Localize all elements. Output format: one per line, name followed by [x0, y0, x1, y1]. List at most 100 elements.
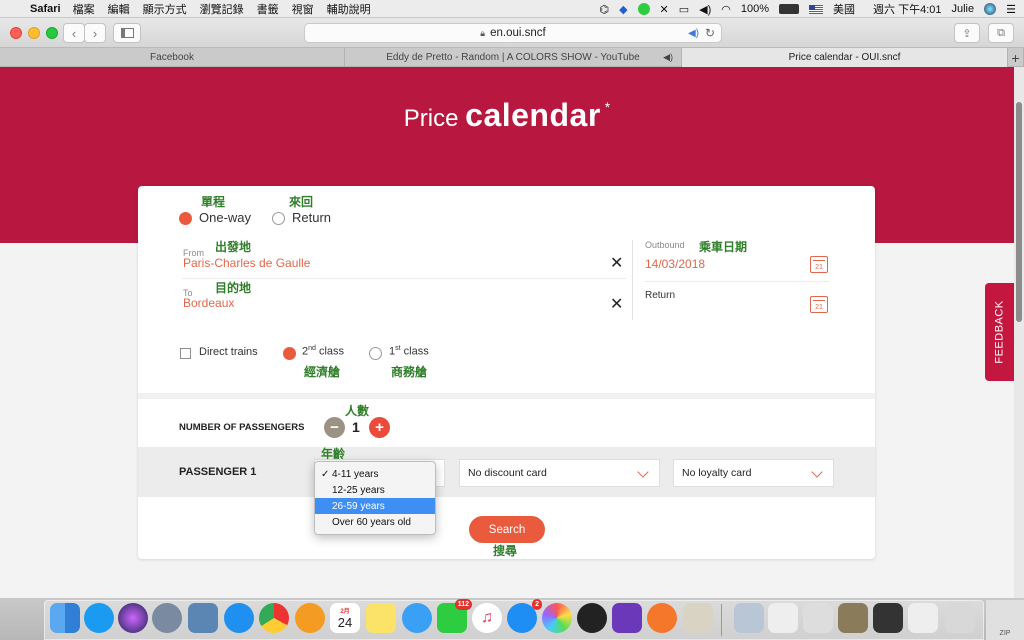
- screen-recorder-icon[interactable]: [577, 603, 607, 633]
- itunes-icon[interactable]: ♫: [472, 603, 502, 633]
- line-icon[interactable]: 112: [437, 599, 472, 633]
- siri-icon[interactable]: [984, 3, 997, 15]
- outbound-date-field[interactable]: Outbound 乘車日期 14/03/2018 21: [644, 238, 830, 282]
- tab-price-calendar[interactable]: Price calendar - OUI.sncf: [682, 48, 1008, 67]
- imovie-icon[interactable]: [612, 603, 642, 633]
- direct-trains-label[interactable]: Direct trains: [199, 346, 258, 358]
- direct-trains-checkbox[interactable]: [180, 348, 191, 359]
- page-scrollbar-thumb[interactable]: [1016, 102, 1022, 322]
- age-option-12-25[interactable]: 12-25 years: [315, 482, 435, 498]
- textedit-icon[interactable]: [683, 603, 713, 633]
- chrome-icon[interactable]: [259, 603, 289, 633]
- tab-label: Eddy de Pretto - Random | A COLORS SHOW …: [386, 52, 640, 63]
- wacom-icon[interactable]: ✕: [660, 3, 669, 16]
- age-option-26-59[interactable]: 26-59 years: [315, 498, 435, 514]
- menu-app-name[interactable]: Safari: [30, 3, 61, 15]
- decrease-passengers-button[interactable]: −: [324, 417, 345, 438]
- feedback-label: FEEDBACK: [993, 300, 1006, 364]
- address-bar[interactable]: 🔒︎ en.oui.sncf ◀) ↻: [304, 23, 722, 43]
- back-button[interactable]: ‹: [63, 23, 85, 43]
- audio-playing-icon[interactable]: ◀): [688, 28, 699, 39]
- forward-button[interactable]: ›: [84, 23, 106, 43]
- window-thumbnail-1[interactable]: [768, 603, 798, 633]
- menu-file[interactable]: 檔案: [73, 1, 95, 17]
- calendar-icon[interactable]: 2月 24: [330, 603, 360, 633]
- search-button[interactable]: Search: [469, 516, 545, 543]
- window-thumbnail-5[interactable]: [908, 603, 938, 633]
- to-field[interactable]: To 目的地 Bordeaux ✕: [182, 281, 626, 317]
- clear-from-icon[interactable]: ✕: [610, 253, 623, 273]
- line-status-icon[interactable]: [637, 3, 650, 15]
- siri-dock-icon[interactable]: [118, 603, 148, 633]
- menu-window[interactable]: 視窗: [292, 1, 314, 17]
- from-field[interactable]: From 出發地 Paris-Charles de Gaulle ✕: [182, 238, 626, 279]
- return-label[interactable]: Return: [292, 210, 331, 225]
- checkmark-icon: ✓: [321, 468, 330, 480]
- return-annotation: 來回: [289, 195, 314, 209]
- finder-icon[interactable]: [50, 603, 80, 633]
- messages-icon[interactable]: [402, 603, 432, 633]
- return-date-field[interactable]: Return 21: [644, 286, 830, 320]
- safari-icon[interactable]: [224, 603, 254, 633]
- user-name[interactable]: Julie: [952, 3, 975, 15]
- tab-youtube[interactable]: Eddy de Pretto - Random | A COLORS SHOW …: [345, 48, 682, 67]
- zip-file-icon[interactable]: ZIP: [986, 600, 1024, 640]
- passenger-1-label: PASSENGER 1: [179, 466, 257, 478]
- sidebar-button[interactable]: [113, 23, 141, 43]
- clear-to-icon[interactable]: ✕: [610, 294, 623, 314]
- age-option-over-60[interactable]: Over 60 years old: [315, 514, 435, 530]
- clock[interactable]: 週六 下午4:01: [873, 1, 941, 17]
- tab-audio-icon[interactable]: ◀): [663, 52, 673, 63]
- increase-passengers-button[interactable]: +: [369, 417, 390, 438]
- app-store-icon[interactable]: 2: [507, 599, 542, 633]
- battery-icon[interactable]: [779, 4, 800, 14]
- show-tabs-button[interactable]: ⧉: [988, 23, 1014, 43]
- second-class-radio[interactable]: [283, 347, 296, 360]
- loyalty-card-select[interactable]: No loyalty card: [673, 459, 834, 487]
- minimize-window-button[interactable]: [28, 27, 40, 39]
- menu-view[interactable]: 顯示方式: [143, 1, 187, 17]
- menu-history[interactable]: 瀏覽記錄: [200, 1, 244, 17]
- outbound-calendar-icon[interactable]: 21: [810, 256, 828, 273]
- vpn-icon[interactable]: [647, 603, 677, 633]
- menu-edit[interactable]: 編輯: [108, 1, 130, 17]
- airplay-icon[interactable]: ▭: [679, 3, 689, 16]
- first-class-radio[interactable]: [369, 347, 382, 360]
- window-thumbnail-4[interactable]: [873, 603, 903, 633]
- input-source-label[interactable]: 美國: [833, 1, 855, 17]
- preview-icon[interactable]: [188, 603, 218, 633]
- window-thumbnail-3[interactable]: [838, 603, 868, 633]
- dropbox-icon[interactable]: ◆: [619, 3, 627, 16]
- downloads-folder-icon[interactable]: [734, 603, 764, 633]
- basketball-app-icon[interactable]: [295, 603, 325, 633]
- reload-icon[interactable]: ↻: [705, 26, 715, 40]
- volume-icon[interactable]: ◀): [699, 3, 711, 16]
- airdrop-status-icon[interactable]: ⌬: [599, 3, 609, 16]
- menu-bookmarks[interactable]: 書籤: [257, 1, 279, 17]
- new-tab-button[interactable]: +: [1008, 48, 1024, 67]
- tab-facebook[interactable]: Facebook: [0, 48, 345, 67]
- return-calendar-icon[interactable]: 21: [810, 296, 828, 313]
- first-class-label[interactable]: 1st class: [389, 345, 429, 358]
- notification-center-icon[interactable]: ☰: [1006, 3, 1016, 16]
- trash-icon[interactable]: [945, 603, 975, 633]
- window-thumbnail-2[interactable]: [803, 603, 833, 633]
- age-option-4-11[interactable]: ✓ 4-11 years: [315, 466, 435, 482]
- us-flag-icon[interactable]: [809, 4, 824, 14]
- menu-help[interactable]: 輔助說明: [327, 1, 371, 17]
- section-divider: [138, 393, 875, 399]
- share-button[interactable]: ⇪: [954, 23, 980, 43]
- feedback-tab[interactable]: FEEDBACK: [985, 283, 1014, 381]
- notes-icon[interactable]: [366, 603, 396, 633]
- one-way-radio[interactable]: [179, 212, 192, 225]
- photos-icon[interactable]: [542, 603, 572, 633]
- wifi-icon[interactable]: ◠: [721, 3, 731, 16]
- second-class-label[interactable]: 2nd class: [302, 345, 344, 358]
- return-radio[interactable]: [272, 212, 285, 225]
- launchpad-icon[interactable]: [152, 603, 182, 633]
- zoom-window-button[interactable]: [46, 27, 58, 39]
- close-window-button[interactable]: [10, 27, 22, 39]
- one-way-label[interactable]: One-way: [199, 210, 251, 225]
- discount-card-select[interactable]: No discount card: [459, 459, 660, 487]
- app-cloud-icon[interactable]: [84, 603, 114, 633]
